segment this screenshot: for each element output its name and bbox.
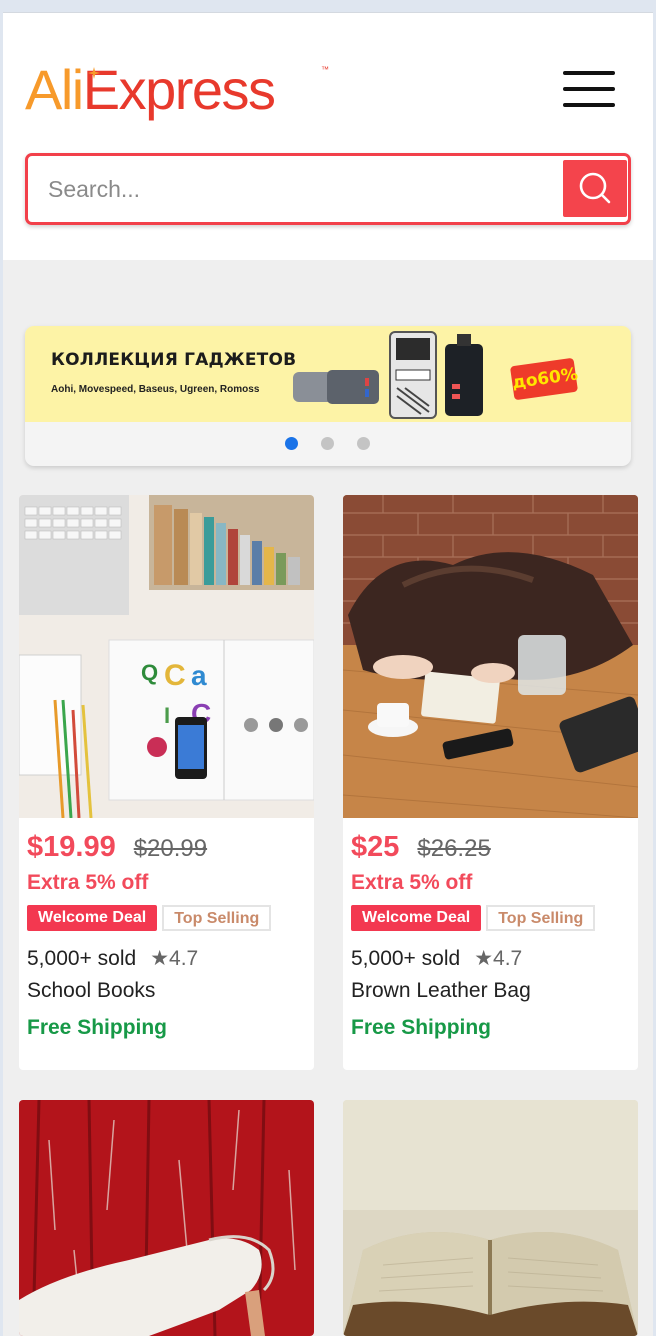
promo-carousel: КОЛЛЕКЦИЯ ГАДЖЕТОВ Aohi, Movespeed, Base… (25, 326, 631, 466)
price-row: $19.99 $20.99 (27, 831, 207, 864)
product-name[interactable]: Brown Leather Bag (351, 979, 531, 1003)
hamburger-menu-icon[interactable] (561, 71, 617, 111)
carousel-dots (25, 422, 631, 466)
welcome-deal-badge: Welcome Deal (351, 905, 482, 931)
product-card[interactable]: Q C a I C $19.99 $20.99 Extra 5% off Wel… (19, 495, 314, 1070)
rating: ★4.7 (474, 947, 523, 970)
sold-count: 5,000+ sold (351, 947, 461, 970)
free-shipping-label: Free Shipping (351, 1016, 492, 1039)
product-card[interactable] (19, 1100, 314, 1336)
product-image[interactable] (19, 1100, 314, 1336)
sales-meta: 5,000+ sold ★4.7 (351, 946, 522, 971)
white-heels-photo (19, 1100, 314, 1336)
extra-discount: Extra 5% off (351, 871, 473, 894)
gadget-collection-banner[interactable]: КОЛЛЕКЦИЯ ГАДЖЕТОВ Aohi, Movespeed, Base… (25, 326, 631, 422)
logo-ali-text: Ali (25, 58, 84, 121)
search-bar (25, 153, 631, 225)
header-bar: AliExpress ™ (3, 12, 653, 260)
carousel-dot-3[interactable] (357, 437, 370, 450)
extra-discount: Extra 5% off (27, 871, 149, 894)
top-selling-badge: Top Selling (486, 905, 596, 931)
logo-express-text: Express (82, 58, 276, 121)
carousel-dot-1[interactable] (285, 437, 298, 450)
open-book-photo (343, 1100, 638, 1336)
welcome-deal-badge: Welcome Deal (27, 905, 158, 931)
current-price: $25 (351, 831, 400, 863)
sales-meta: 5,000+ sold ★4.7 (27, 946, 198, 971)
svg-text:Q: Q (141, 660, 158, 685)
carousel-dot-2[interactable] (321, 437, 334, 450)
price-row: $25 $26.25 (351, 831, 491, 864)
search-button[interactable] (563, 160, 627, 217)
desk-books-photo: Q C a I C (19, 495, 314, 818)
product-image[interactable] (343, 1100, 638, 1336)
search-icon (579, 172, 611, 204)
aliexpress-logo[interactable]: AliExpress ™ (25, 45, 355, 135)
leather-bag-photo (343, 495, 638, 818)
logo-sparkle-icon (88, 67, 100, 79)
tag-row: Welcome Deal Top Selling (27, 905, 272, 932)
sold-count: 5,000+ sold (27, 947, 137, 970)
free-shipping-label: Free Shipping (27, 1016, 168, 1039)
product-card[interactable]: $25 $26.25 Extra 5% off Welcome Deal Top S… (343, 495, 638, 1070)
svg-text:C: C (164, 659, 186, 692)
page-frame: AliExpress ™ КОЛЛЕКЦИЯ ГАДЖЕТОВ Aohi, Mo… (3, 12, 653, 1336)
svg-text:I: I (164, 703, 170, 728)
original-price: $20.99 (133, 835, 208, 862)
product-card[interactable] (343, 1100, 638, 1336)
original-price: $26.25 (417, 835, 491, 862)
logo-wordmark: AliExpress (25, 45, 276, 135)
top-selling-badge: Top Selling (162, 905, 272, 931)
product-image[interactable]: Q C a I C (19, 495, 314, 818)
search-input[interactable] (48, 166, 558, 212)
tag-row: Welcome Deal Top Selling (351, 905, 596, 932)
logo-trademark: ™ (321, 65, 329, 74)
svg-text:a: a (191, 660, 207, 691)
current-price: $19.99 (27, 831, 116, 863)
product-image[interactable] (343, 495, 638, 818)
product-name[interactable]: School Books (27, 979, 155, 1003)
rating: ★4.7 (150, 947, 199, 970)
